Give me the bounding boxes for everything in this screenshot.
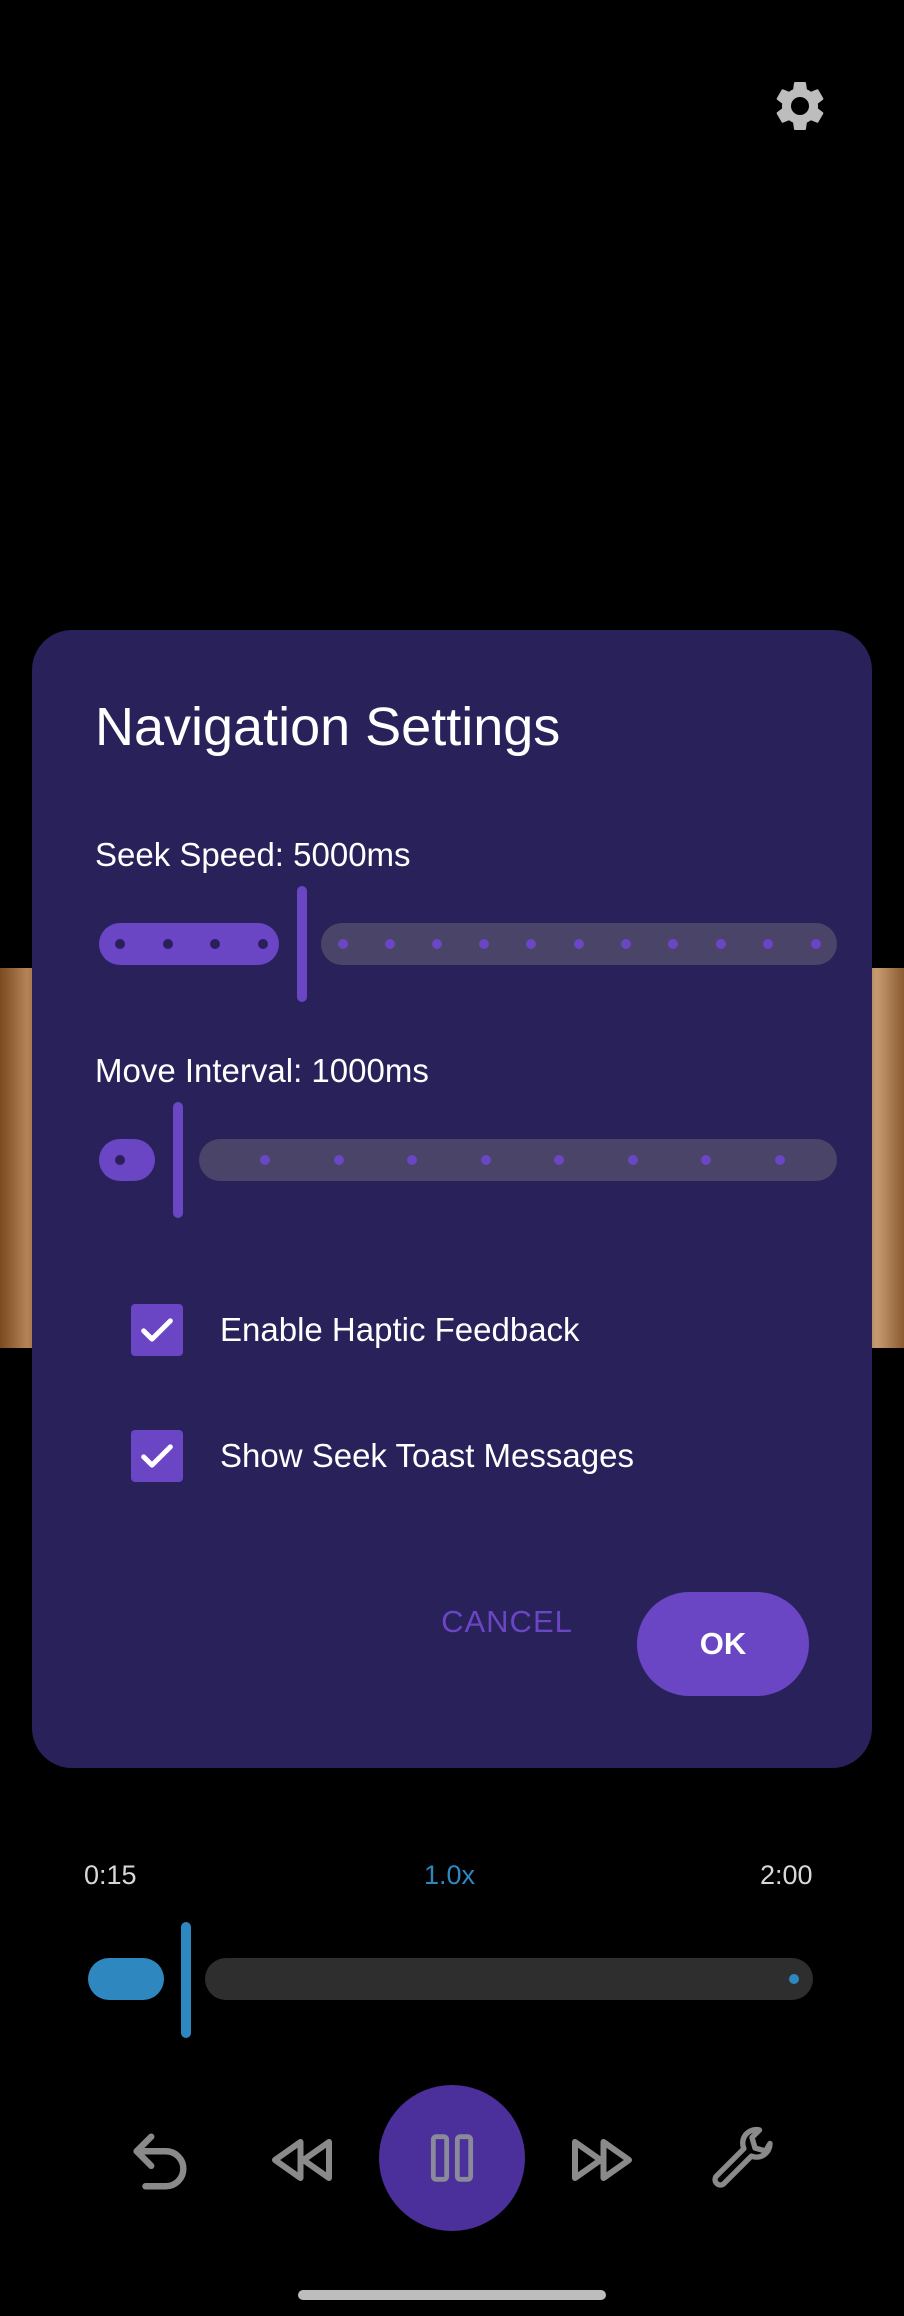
home-indicator[interactable] <box>298 2290 606 2300</box>
slider-tick <box>574 939 584 949</box>
slider-tick <box>481 1155 491 1165</box>
slider-tick <box>668 939 678 949</box>
move-interval-label: Move Interval: 1000ms <box>95 1052 429 1089</box>
slider-tick <box>407 1155 417 1165</box>
dialog-title: Navigation Settings <box>95 697 561 757</box>
checkmark-icon <box>141 1444 173 1468</box>
wrench-icon <box>712 2126 773 2188</box>
slider-tick <box>115 939 125 949</box>
tools-button[interactable] <box>703 2120 783 2200</box>
slider-tick <box>621 939 631 949</box>
move-interval-thumb[interactable] <box>173 1102 183 1218</box>
move-interval-slider[interactable] <box>99 1102 837 1218</box>
haptic-feedback-checkbox[interactable] <box>131 1304 183 1356</box>
undo-icon <box>133 2133 187 2190</box>
rewind-icon <box>272 2139 332 2181</box>
progress-end-marker <box>789 1974 799 1984</box>
slider-tick <box>775 1155 785 1165</box>
progress-played <box>88 1958 164 2000</box>
slider-tick <box>115 1155 125 1165</box>
undo-button[interactable] <box>120 2120 200 2200</box>
slider-tick <box>628 1155 638 1165</box>
seek-toast-checkbox[interactable] <box>131 1430 183 1482</box>
slider-tick <box>260 1155 270 1165</box>
slider-tick <box>334 1155 344 1165</box>
slider-tick <box>526 939 536 949</box>
slider-tick <box>811 939 821 949</box>
haptic-feedback-label: Enable Haptic Feedback <box>220 1311 580 1348</box>
move-interval-track-inactive <box>199 1139 837 1181</box>
playback-speed[interactable]: 1.0x <box>424 1860 475 1891</box>
slider-tick <box>701 1155 711 1165</box>
seek-speed-label: Seek Speed: 5000ms <box>95 836 411 873</box>
slider-tick <box>432 939 442 949</box>
fast-forward-button[interactable] <box>562 2120 642 2200</box>
slider-tick <box>554 1155 564 1165</box>
seek-speed-thumb[interactable] <box>297 886 307 1002</box>
checkmark-icon <box>141 1318 173 1342</box>
slider-tick <box>716 939 726 949</box>
navigation-settings-dialog: Navigation Settings Seek Speed: 5000ms M… <box>32 630 872 1768</box>
progress-remaining <box>205 1958 813 2000</box>
move-interval-track-active <box>99 1139 155 1181</box>
haptic-feedback-option[interactable]: Enable Haptic Feedback <box>131 1300 731 1360</box>
slider-tick <box>163 939 173 949</box>
ok-button[interactable]: OK <box>637 1592 809 1696</box>
seek-toast-option[interactable]: Show Seek Toast Messages <box>131 1426 731 1486</box>
slider-tick <box>479 939 489 949</box>
slider-tick <box>258 939 268 949</box>
rewind-button[interactable] <box>262 2120 342 2200</box>
current-time: 0:15 <box>84 1860 137 1890</box>
slider-tick <box>763 939 773 949</box>
slider-tick <box>338 939 348 949</box>
seek-toast-label: Show Seek Toast Messages <box>220 1437 634 1474</box>
pause-icon <box>430 2134 474 2182</box>
play-pause-button[interactable] <box>379 2085 525 2231</box>
fast-forward-icon <box>572 2139 632 2181</box>
progress-thumb[interactable] <box>181 1922 191 2038</box>
seek-speed-slider[interactable] <box>99 886 837 1002</box>
cancel-button[interactable]: CANCEL <box>432 1590 582 1654</box>
seek-speed-track-active <box>99 923 279 965</box>
total-time: 2:00 <box>760 1860 813 1890</box>
slider-tick <box>385 939 395 949</box>
slider-tick <box>210 939 220 949</box>
gear-icon[interactable] <box>770 76 830 136</box>
